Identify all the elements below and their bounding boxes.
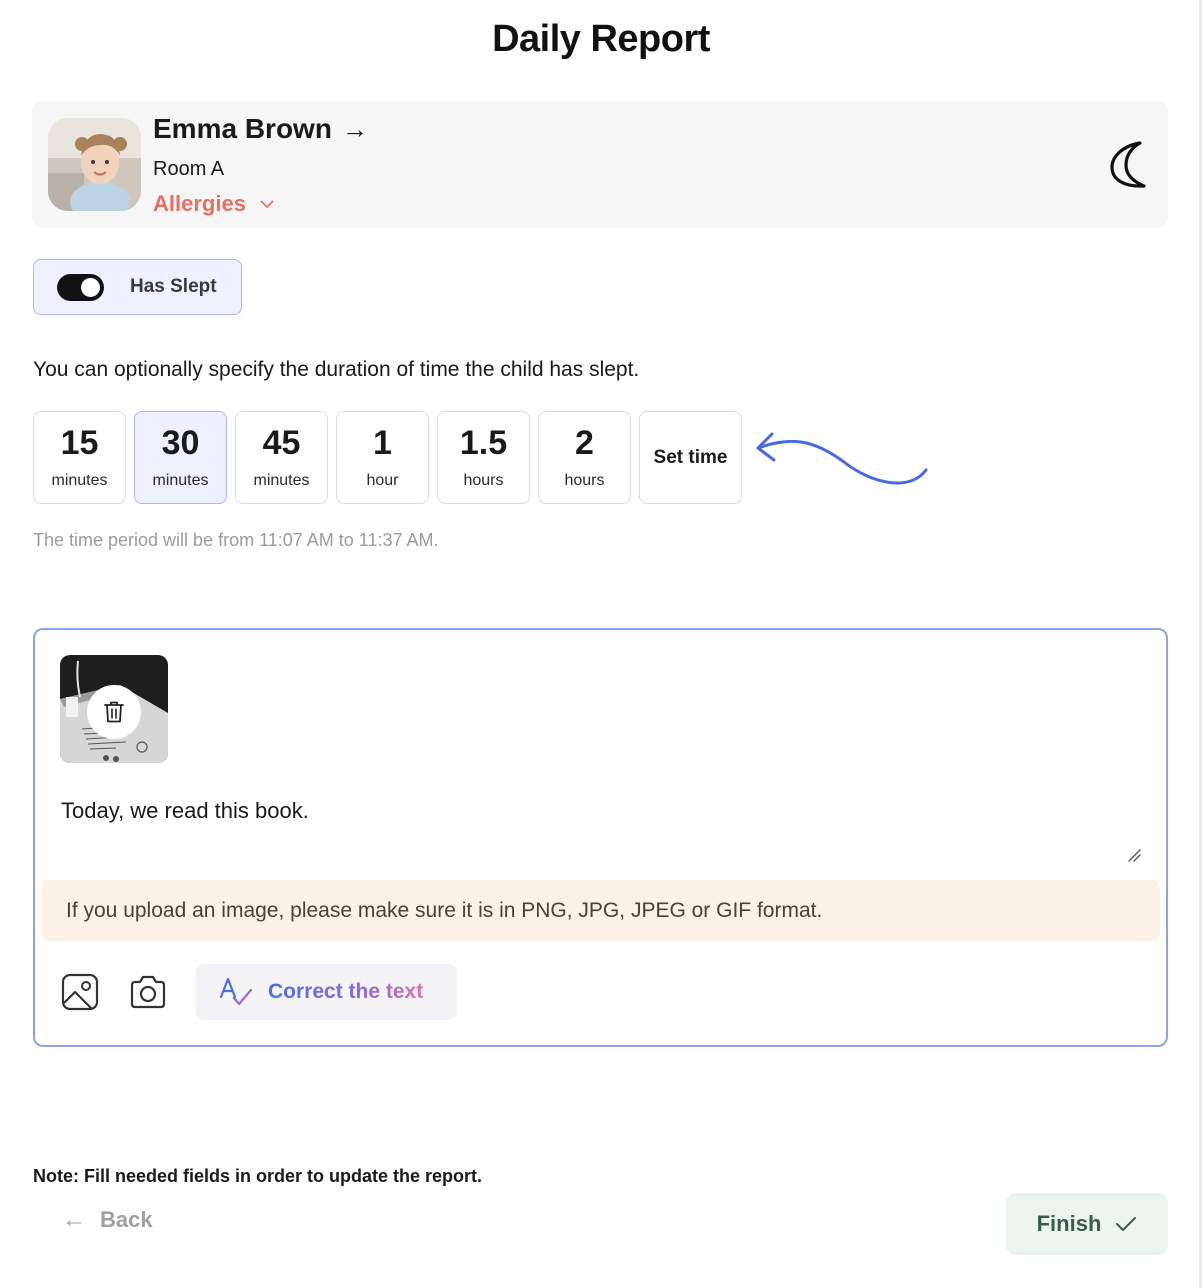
duration-value: 15 (60, 423, 99, 462)
duration-value: 2 (575, 423, 594, 462)
toggle-knob (81, 277, 100, 297)
note-editor[interactable]: Today, we read this book. If you upload … (33, 628, 1168, 1047)
format-warning-banner: If you upload an image, please make sure… (42, 880, 1160, 941)
duration-value: 45 (262, 423, 301, 462)
note-toolbar: Correct the text (60, 964, 457, 1020)
correct-text-button[interactable]: Correct the text (196, 964, 457, 1020)
duration-value: 1.5 (459, 423, 508, 462)
image-icon (61, 973, 99, 1011)
take-photo-button[interactable] (128, 972, 168, 1012)
duration-unit: hours (564, 471, 605, 489)
duration-value: 1 (373, 423, 392, 462)
moon-icon (1110, 141, 1146, 188)
time-period-text: The time period will be from 11:07 AM to… (33, 530, 439, 550)
sleep-duration-hint: You can optionally specify the duration … (33, 358, 640, 381)
duration-option-30-minutes[interactable]: 30 minutes (134, 411, 227, 504)
has-slept-label: Has Slept (130, 276, 217, 297)
back-button[interactable]: ← Back (62, 1207, 153, 1233)
allergies-label: Allergies (153, 191, 246, 216)
duration-options: 15 minutes 30 minutes 45 minutes 1 hour … (33, 411, 742, 504)
back-label: Back (100, 1207, 153, 1232)
set-time-button[interactable]: Set time (639, 411, 742, 504)
child-profile-link[interactable]: Emma Brown → (153, 113, 368, 145)
camera-icon (130, 975, 166, 1009)
duration-option-1-hour[interactable]: 1 hour (336, 411, 429, 504)
child-name: Emma Brown (153, 113, 332, 144)
pointer-arrow-icon (756, 432, 928, 485)
has-slept-toggle[interactable]: Has Slept (33, 259, 242, 315)
chevron-down-icon (260, 200, 274, 208)
duration-option-2-hours[interactable]: 2 hours (538, 411, 631, 504)
duration-option-45-minutes[interactable]: 45 minutes (235, 411, 328, 504)
duration-option-15-minutes[interactable]: 15 minutes (33, 411, 126, 504)
note-textarea[interactable]: Today, we read this book. (61, 798, 309, 824)
allergies-dropdown[interactable]: Allergies (153, 191, 274, 217)
finish-label: Finish (1036, 1211, 1102, 1236)
delete-attachment-button[interactable] (87, 685, 141, 739)
duration-unit: minutes (253, 471, 310, 489)
page-title: Daily Report (492, 18, 710, 60)
avatar (48, 118, 141, 211)
finish-button[interactable]: Finish (1006, 1193, 1168, 1255)
duration-unit: hours (463, 471, 504, 489)
arrow-left-icon: ← (62, 1206, 86, 1233)
room-label: Room A (153, 158, 225, 180)
duration-value: 30 (161, 423, 200, 462)
trash-icon (104, 701, 124, 723)
duration-unit: minutes (51, 471, 108, 489)
set-time-label: Set time (653, 446, 728, 468)
resize-handle-icon[interactable] (1127, 848, 1141, 862)
attachment-thumbnail (60, 655, 168, 763)
spellcheck-icon (219, 977, 253, 1006)
child-card: Emma Brown → Room A Allergies (32, 101, 1168, 228)
correct-text-label: Correct the text (268, 980, 424, 1003)
duration-option-1-5-hours[interactable]: 1.5 hours (437, 411, 530, 504)
duration-unit: minutes (152, 471, 209, 489)
toggle-switch[interactable] (57, 273, 104, 301)
footer-note: Note: Fill needed fields in order to upd… (33, 1166, 483, 1186)
upload-image-button[interactable] (60, 972, 100, 1012)
duration-unit: hour (366, 471, 399, 489)
check-icon (1116, 1217, 1137, 1231)
arrow-right-icon: → (341, 114, 368, 144)
